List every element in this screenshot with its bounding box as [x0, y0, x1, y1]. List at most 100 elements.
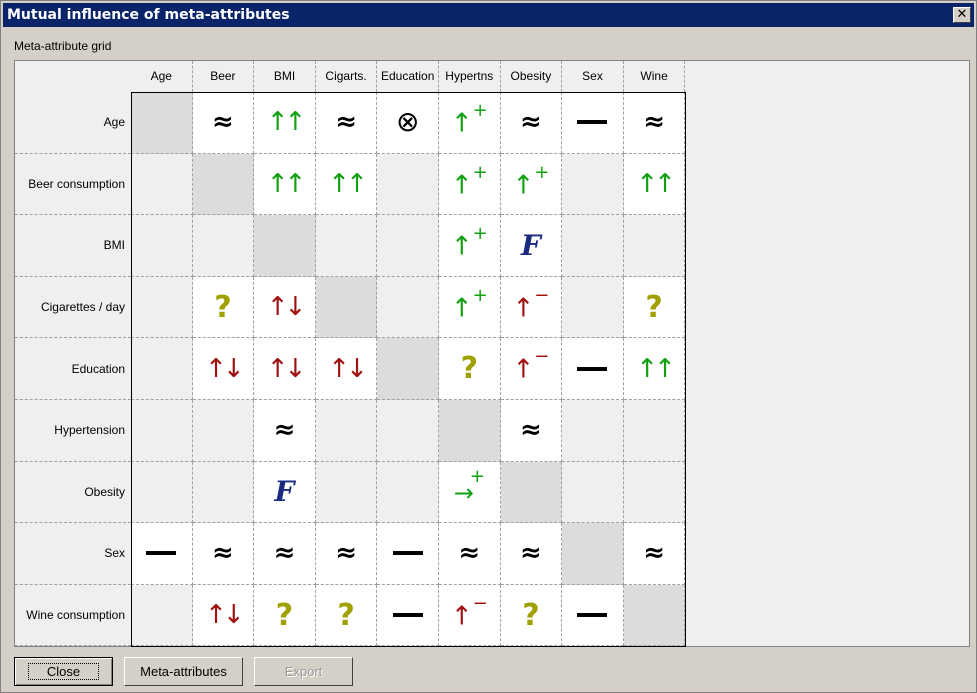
grid-cell[interactable]: ≈ — [254, 400, 316, 462]
grid-cell[interactable] — [562, 153, 624, 216]
grid-cell[interactable]: ↑↑ — [254, 92, 316, 154]
title-bar: Mutual influence of meta-attributes ✕ — [3, 3, 974, 27]
column-header: Wine — [624, 61, 686, 92]
grid-cell[interactable]: ? — [439, 338, 501, 400]
grid-cell[interactable] — [315, 461, 378, 524]
grid-cell[interactable] — [623, 215, 686, 277]
function-icon: F — [520, 228, 541, 262]
row-header: Sex — [15, 523, 131, 585]
grid-cell[interactable] — [377, 461, 439, 524]
grid-cell[interactable] — [377, 276, 439, 339]
grid-cell[interactable] — [562, 276, 624, 339]
window-close-icon[interactable]: ✕ — [953, 7, 971, 23]
grid-cell[interactable]: ↑− — [500, 276, 563, 339]
grid-cell[interactable]: ≈ — [192, 92, 255, 154]
grid-cell[interactable] — [192, 215, 255, 277]
grid-cell[interactable] — [562, 584, 624, 647]
grid-cell[interactable]: ↑− — [439, 584, 501, 647]
grid-cell[interactable] — [623, 400, 686, 462]
grid-cell[interactable] — [131, 461, 193, 524]
column-header: Hypertns — [439, 61, 501, 92]
approx-icon: ≈ — [273, 538, 296, 569]
dash-icon — [392, 551, 423, 556]
grid-cell[interactable] — [192, 153, 255, 216]
grid-cell[interactable]: ↑+ — [439, 153, 501, 216]
grid-cell[interactable]: ≈ — [439, 523, 501, 585]
grid-cell[interactable] — [315, 215, 378, 277]
grid-cell[interactable]: ⊗ — [377, 92, 439, 154]
grid-cell[interactable] — [192, 400, 255, 462]
grid-cell[interactable] — [562, 461, 624, 524]
grid-cell[interactable] — [562, 215, 624, 277]
grid-cell[interactable]: ? — [315, 584, 378, 647]
grid-cell[interactable]: ≈ — [500, 523, 563, 585]
grid-cell[interactable] — [377, 523, 439, 585]
grid-cell[interactable]: ≈ — [315, 523, 378, 585]
grid-cell[interactable]: ≈ — [623, 523, 686, 585]
grid-cell[interactable]: ↑↑ — [315, 153, 378, 216]
grid-cell[interactable]: ↑+ — [439, 92, 501, 154]
grid-cell[interactable]: ↑↑ — [623, 338, 686, 400]
grid-cell[interactable]: ↑↓ — [315, 338, 378, 400]
grid-cell[interactable]: ↑↓ — [254, 276, 316, 339]
grid-cell[interactable]: ? — [500, 584, 563, 647]
grid-cell[interactable] — [377, 584, 439, 647]
grid-cell[interactable]: ≈ — [315, 92, 378, 154]
grid-cell[interactable] — [623, 584, 686, 647]
grid-cell[interactable]: ↑↓ — [192, 338, 255, 400]
grid-cell[interactable]: ≈ — [254, 523, 316, 585]
grid-cell[interactable] — [315, 276, 378, 339]
grid-cell[interactable] — [131, 276, 193, 339]
up-down-arrow-icon: ↑↓ — [266, 353, 307, 384]
approx-icon: ≈ — [335, 538, 357, 569]
grid-cell[interactable]: ? — [254, 584, 316, 647]
grid-cell[interactable]: ↑↑ — [254, 153, 316, 216]
grid-cell[interactable]: ≈ — [500, 400, 563, 462]
grid-cell[interactable] — [254, 215, 316, 277]
grid-cell[interactable] — [377, 215, 439, 277]
grid-cell[interactable]: ≈ — [192, 523, 255, 585]
grid-cell[interactable]: ? — [623, 276, 686, 339]
grid-cell[interactable] — [500, 461, 563, 524]
grid-cell[interactable]: ↑↑ — [623, 153, 686, 216]
double-up-arrow-icon: ↑↑ — [328, 168, 368, 199]
grid-cell[interactable] — [377, 400, 439, 462]
grid-cell[interactable] — [623, 461, 686, 524]
grid-cell[interactable] — [131, 153, 193, 216]
grid-cell[interactable] — [562, 92, 624, 154]
grid-cell[interactable] — [377, 338, 439, 400]
grid-cell[interactable]: ↑+ — [439, 215, 501, 277]
grid-cell[interactable] — [439, 400, 501, 462]
grid-cell[interactable] — [562, 400, 624, 462]
grid-cell[interactable] — [192, 461, 255, 524]
column-header: Obesity — [501, 61, 563, 92]
grid-cell[interactable] — [131, 523, 193, 585]
grid-cell[interactable]: →+ — [439, 461, 501, 524]
up-down-arrow-icon: ↑↓ — [205, 353, 245, 384]
right-plus-icon: →+ — [453, 466, 485, 508]
grid-cell[interactable] — [131, 92, 193, 154]
close-button[interactable]: Close — [14, 657, 113, 686]
grid-cell[interactable]: ? — [192, 276, 255, 339]
grid-cell[interactable]: ↑↓ — [192, 584, 255, 647]
grid-cell[interactable] — [377, 153, 439, 216]
grid-cell[interactable]: ↑+ — [439, 276, 501, 339]
grid-cell[interactable]: ≈ — [623, 92, 686, 154]
meta-attributes-button[interactable]: Meta-attributes — [124, 657, 243, 686]
grid-cell[interactable]: F — [254, 461, 316, 524]
grid-cell[interactable] — [562, 523, 624, 585]
grid-cell[interactable] — [131, 215, 193, 277]
up-minus-icon: ↑− — [512, 284, 550, 324]
grid-cell[interactable] — [131, 584, 193, 647]
grid-cell[interactable] — [131, 400, 193, 462]
window-title: Mutual influence of meta-attributes — [7, 7, 290, 23]
grid-cell[interactable]: ≈ — [500, 92, 563, 154]
grid-cell[interactable] — [315, 400, 378, 462]
grid-cell[interactable]: ↑↓ — [254, 338, 316, 400]
grid-cell[interactable]: ↑− — [500, 338, 563, 400]
grid-cell[interactable]: ↑+ — [500, 153, 563, 216]
grid-cell[interactable] — [131, 338, 193, 400]
grid-cell[interactable]: F — [500, 215, 563, 277]
up-down-arrow-icon: ↑↓ — [205, 600, 245, 631]
grid-cell[interactable] — [562, 338, 624, 400]
